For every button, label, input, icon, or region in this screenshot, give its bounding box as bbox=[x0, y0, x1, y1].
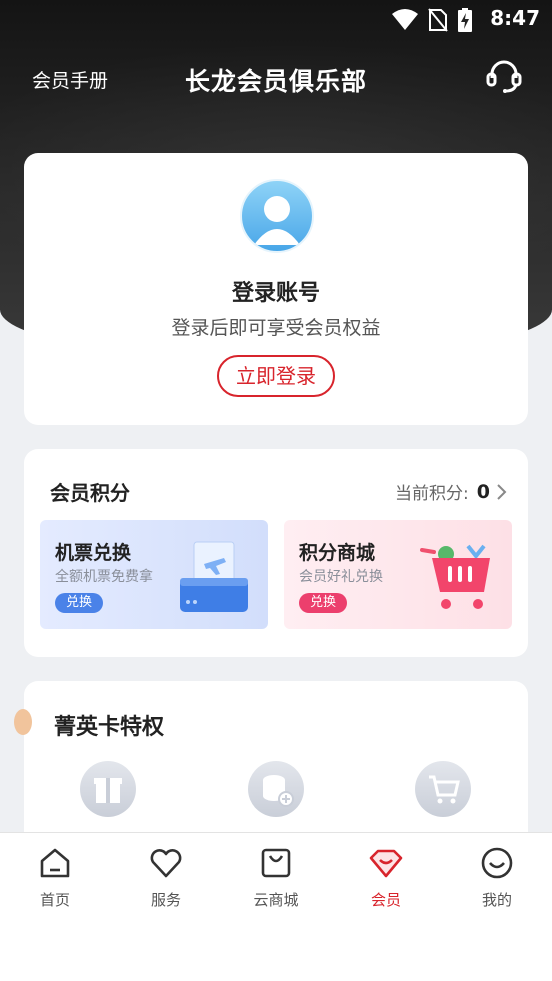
ticket-exchange-tile[interactable]: 机票兑换 全额机票免费拿 兑换 bbox=[40, 520, 268, 629]
tab-home[interactable]: 首页 bbox=[5, 845, 105, 910]
coins-add-icon bbox=[263, 775, 294, 807]
chevron-right-icon bbox=[497, 483, 507, 500]
points-card: 会员积分 当前积分: 0 机票兑换 全额机票免费拿 兑换 积分商城 会员好礼兑换… bbox=[24, 449, 528, 657]
no-sim-icon bbox=[428, 8, 448, 32]
tab-member[interactable]: 会员 bbox=[336, 845, 436, 910]
shopping-bag-icon bbox=[261, 848, 291, 878]
tab-mine[interactable]: 我的 bbox=[447, 845, 547, 910]
flight-ticket-icon bbox=[180, 541, 248, 612]
status-bar: 8:47 bbox=[0, 0, 552, 40]
home-icon bbox=[40, 848, 70, 878]
login-button[interactable]: 立即登录 bbox=[217, 355, 335, 397]
smiley-icon bbox=[481, 847, 513, 879]
login-card: 登录账号 登录后即可享受会员权益 立即登录 bbox=[24, 153, 528, 425]
tab-label: 云商城 bbox=[253, 891, 299, 909]
tab-label: 会员 bbox=[370, 891, 401, 909]
user-placeholder-icon bbox=[254, 196, 300, 245]
tab-label: 首页 bbox=[39, 891, 70, 909]
current-points-value: 0 bbox=[476, 480, 490, 503]
tab-services[interactable]: 服务 bbox=[116, 845, 216, 910]
elite-accent-decoration bbox=[14, 709, 32, 735]
exchange-badge: 兑换 bbox=[299, 593, 348, 613]
points-mall-tile[interactable]: 积分商城 会员好礼兑换 兑换 bbox=[284, 520, 512, 629]
tile-subtitle: 全额机票免费拿 bbox=[55, 569, 153, 585]
diamond-icon bbox=[369, 849, 403, 878]
privilege-coins[interactable] bbox=[248, 761, 304, 817]
top-nav: 会员手册 长龙会员俱乐部 bbox=[0, 52, 552, 104]
cart-icon bbox=[429, 775, 460, 804]
login-subtitle: 登录后即可享受会员权益 bbox=[171, 317, 381, 339]
tile-title: 机票兑换 bbox=[55, 542, 132, 564]
elite-title: 菁英卡特权 bbox=[54, 715, 165, 740]
tab-label: 我的 bbox=[481, 891, 512, 909]
points-title: 会员积分 bbox=[50, 481, 130, 505]
avatar[interactable] bbox=[240, 179, 314, 253]
bottom-tab-bar: 首页 服务 云商城 会员 我的 bbox=[0, 832, 552, 981]
customer-service-icon[interactable] bbox=[484, 56, 524, 96]
wifi-icon bbox=[392, 9, 418, 30]
privilege-gift[interactable] bbox=[80, 761, 136, 817]
current-points-label: 当前积分: bbox=[395, 484, 469, 504]
gift-icon bbox=[94, 778, 122, 803]
tab-label: 服务 bbox=[150, 891, 181, 909]
current-points[interactable]: 当前积分: 0 bbox=[395, 479, 508, 504]
status-time: 8:47 bbox=[490, 6, 540, 30]
exchange-badge: 兑换 bbox=[55, 593, 104, 613]
privilege-cart[interactable] bbox=[415, 761, 471, 817]
tile-title: 积分商城 bbox=[299, 542, 376, 564]
login-title: 登录账号 bbox=[231, 281, 320, 306]
shopping-cart-icon bbox=[420, 544, 490, 609]
heart-icon bbox=[150, 849, 182, 878]
battery-charging-icon bbox=[458, 8, 472, 32]
tile-subtitle: 会员好礼兑换 bbox=[299, 569, 383, 585]
page-title: 长龙会员俱乐部 bbox=[184, 67, 367, 96]
tab-cloud-mall[interactable]: 云商城 bbox=[226, 845, 326, 910]
